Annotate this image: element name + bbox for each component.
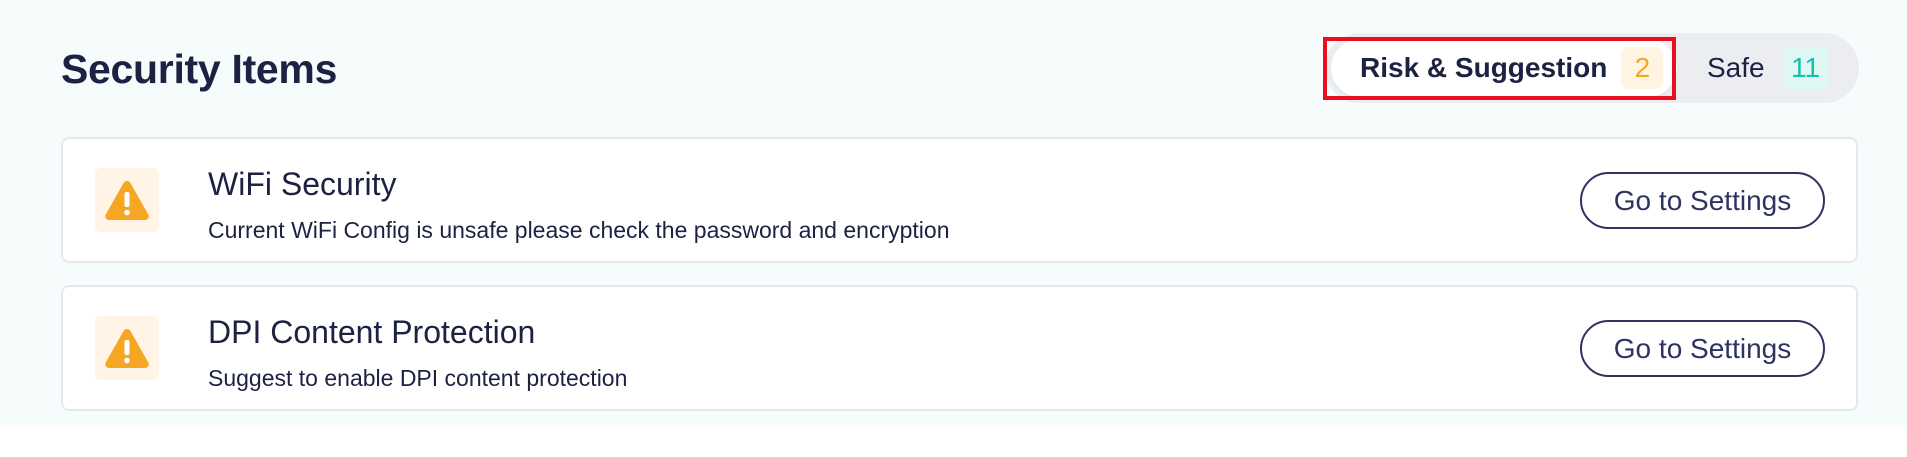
tab-risk-suggestion[interactable]: Risk & Suggestion 2	[1331, 39, 1677, 97]
tab-safe-label: Safe	[1707, 52, 1765, 83]
tab-switcher: Risk & Suggestion 2 Safe 11	[1325, 33, 1859, 103]
page-title: Security Items	[61, 46, 338, 92]
warning-icon	[95, 168, 159, 232]
security-item-card: DPI Content Protection Suggest to enable…	[61, 285, 1858, 411]
warning-icon	[95, 316, 159, 380]
go-to-settings-button[interactable]: Go to Settings	[1580, 320, 1825, 377]
item-title: DPI Content Protection	[208, 314, 536, 350]
item-description: Suggest to enable DPI content protection	[208, 365, 628, 391]
tab-safe[interactable]: Safe 11	[1707, 39, 1857, 97]
go-to-settings-button[interactable]: Go to Settings	[1580, 172, 1825, 229]
risk-count-badge: 2	[1621, 47, 1664, 89]
security-items-panel: Security Items Risk & Suggestion 2 Safe …	[0, 0, 1907, 425]
safe-count-badge: 11	[1782, 47, 1829, 89]
item-title: WiFi Security	[208, 166, 397, 202]
tab-risk-suggestion-label: Risk & Suggestion	[1360, 52, 1608, 83]
security-item-card: WiFi Security Current WiFi Config is uns…	[61, 137, 1858, 263]
item-description: Current WiFi Config is unsafe please che…	[208, 217, 950, 243]
